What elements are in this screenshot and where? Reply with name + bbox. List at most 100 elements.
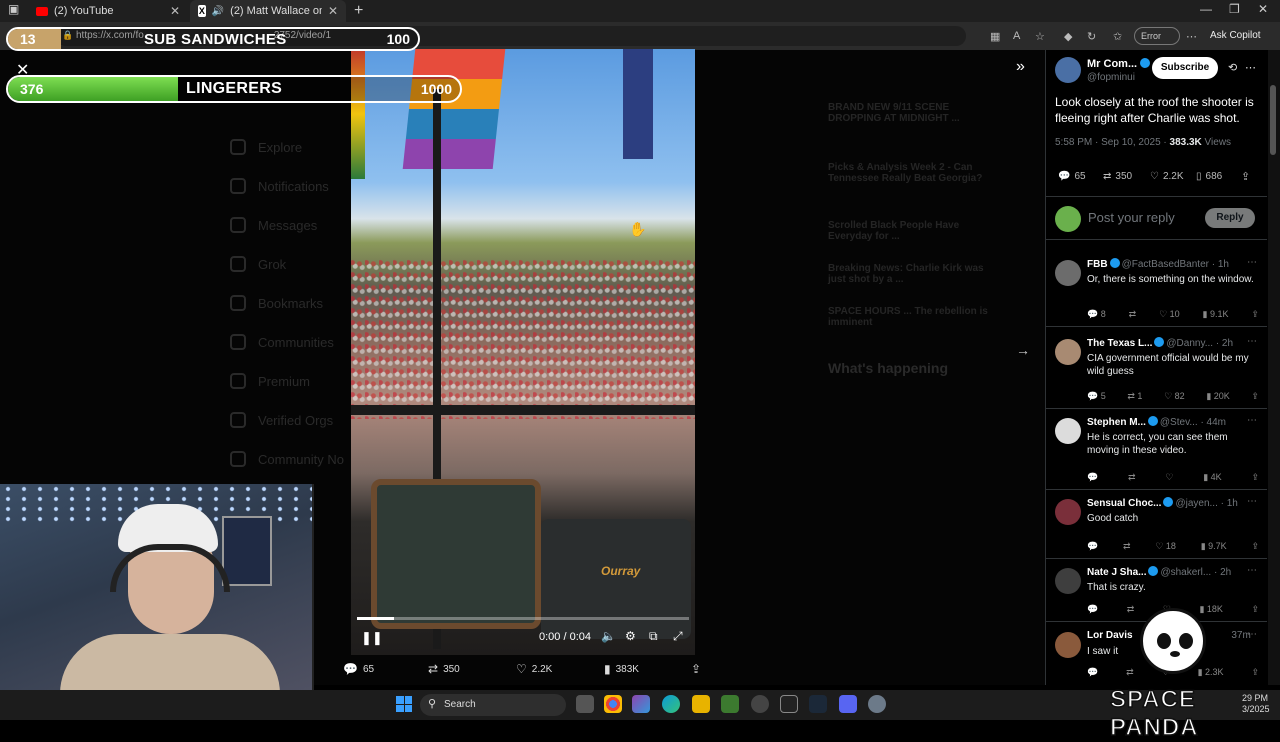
share-icon[interactable]: ⇪ — [1251, 391, 1259, 402]
nav-communities[interactable]: Communities — [230, 334, 334, 350]
reply-stat[interactable]: 💬 — [1087, 541, 1098, 552]
obs-icon[interactable] — [751, 695, 769, 713]
tab-youtube[interactable]: (2) YouTube ✕ — [28, 0, 188, 22]
views-stat[interactable]: ▮ 4K — [1203, 472, 1221, 483]
repost-stat[interactable]: ⇄ 1 — [1127, 391, 1142, 402]
reply-action[interactable]: 💬 65 — [343, 662, 374, 676]
share-icon[interactable]: ⇪ — [1241, 170, 1250, 183]
reply-stat[interactable]: 💬 — [1087, 604, 1098, 615]
avatar[interactable] — [1055, 57, 1081, 83]
author-name[interactable]: Mr Com... — [1087, 58, 1151, 70]
settings-gear-icon[interactable]: ⚙ — [625, 629, 636, 643]
video-player[interactable]: Ourray ✋ ❚❚ 0:00 / 0:04 🔈 ⚙ ⧉ ⤢ — [351, 49, 695, 655]
list-item[interactable]: Sensual Choc... @jayen... · 1h ⋯ Good cat… — [1045, 491, 1267, 559]
nav-verified-orgs[interactable]: Verified Orgs — [230, 412, 333, 428]
avatar[interactable] — [1055, 418, 1081, 444]
share-icon[interactable]: ⇪ — [1251, 309, 1259, 320]
trend-item[interactable]: Breaking News: Charlie Kirk was just sho… — [828, 263, 998, 285]
repost-action[interactable]: ⇄ 350 — [428, 662, 460, 676]
trend-item[interactable]: BRAND NEW 9/11 SCENE DROPPING AT MIDNIGH… — [828, 102, 998, 124]
picture-in-picture-icon[interactable]: ⧉ — [649, 629, 658, 644]
subscribe-button[interactable]: Subscribe — [1152, 57, 1218, 79]
task-view-icon[interactable] — [576, 695, 594, 713]
nav-notifications[interactable]: Notifications — [230, 178, 329, 194]
comment-author[interactable]: FBB @FactBasedBanter · 1h — [1087, 258, 1229, 270]
repost-stat[interactable]: ⇄ — [1126, 667, 1134, 678]
views-action[interactable]: ▮ 383K — [604, 662, 639, 676]
more-icon[interactable]: ⋯ — [1247, 336, 1257, 347]
views-stat[interactable]: ▮ 9.7K — [1201, 541, 1227, 552]
settings-gear-icon[interactable] — [868, 695, 886, 713]
reply-stat[interactable]: 💬 5 — [1087, 391, 1106, 402]
grok-icon[interactable]: ⟲ — [1228, 61, 1237, 74]
close-tab-icon[interactable]: ✕ — [328, 4, 338, 18]
minecraft-icon[interactable] — [721, 695, 739, 713]
post-bookmark-stat[interactable]: ▯ 686 — [1196, 171, 1222, 182]
reply-stat[interactable]: 💬 8 — [1087, 309, 1106, 320]
more-icon[interactable]: ⋯ — [1247, 629, 1257, 640]
avatar[interactable] — [1055, 260, 1081, 286]
views-stat[interactable]: ▮ 2.3K — [1198, 667, 1224, 678]
nav-messages[interactable]: Messages — [230, 217, 317, 233]
copilot-icon[interactable] — [632, 695, 650, 713]
avatar[interactable] — [1055, 339, 1081, 365]
share-action[interactable]: ⇪ — [691, 662, 701, 676]
post-reply-stat[interactable]: 💬 65 — [1058, 171, 1086, 182]
like-action[interactable]: ♡ 2.2K — [516, 662, 552, 676]
comment-author[interactable]: Sensual Choc... @jayen... · 1h — [1087, 497, 1238, 509]
avatar[interactable] — [1055, 632, 1081, 658]
post-like-stat[interactable]: ♡ 2.2K — [1150, 171, 1184, 182]
close-window-button[interactable]: ✕ — [1258, 2, 1268, 16]
post-repost-stat[interactable]: ⇄ 350 — [1103, 171, 1132, 182]
new-tab-button[interactable]: + — [354, 2, 363, 20]
refresh-extension-icon[interactable]: ↻ — [1087, 30, 1096, 43]
system-clock[interactable]: 29 PM 3/2025 — [1242, 693, 1270, 715]
maximize-button[interactable]: ❐ — [1229, 2, 1240, 16]
comment-author[interactable]: Nate J Sha... @shakerl... · 2h — [1087, 566, 1231, 578]
reply-button[interactable]: Reply — [1205, 208, 1255, 228]
minimize-button[interactable]: — — [1200, 2, 1212, 16]
repost-stat[interactable]: ⇄ — [1123, 541, 1131, 552]
reply-input[interactable]: Post your reply — [1088, 210, 1175, 225]
fullscreen-icon[interactable]: ⤢ — [673, 629, 683, 644]
discord-icon[interactable] — [839, 695, 857, 713]
repost-stat[interactable]: ⇄ — [1128, 472, 1136, 483]
nav-community-notes[interactable]: Community No — [230, 451, 344, 467]
tab-actions-icon[interactable]: ▣ — [8, 2, 19, 16]
capcut-icon[interactable] — [780, 695, 798, 713]
nav-explore[interactable]: Explore — [230, 139, 302, 155]
like-stat[interactable]: ♡ 82 — [1164, 391, 1185, 402]
list-item[interactable]: The Texas L... @Danny... · 2h ⋯ CIA gover… — [1045, 331, 1267, 409]
edge-icon[interactable] — [662, 695, 680, 713]
repost-stat[interactable]: ⇄ — [1127, 604, 1135, 615]
close-tab-icon[interactable]: ✕ — [170, 4, 180, 18]
scrollbar-thumb[interactable] — [1270, 85, 1276, 155]
tab-x-post[interactable]: X 🔊 (2) Matt Wallace on X: "FBI P ✕ — [190, 0, 346, 22]
steam-icon[interactable] — [809, 695, 827, 713]
comment-author[interactable]: The Texas L... @Danny... · 2h — [1087, 337, 1233, 349]
share-icon[interactable]: ⇪ — [1251, 472, 1259, 483]
like-stat[interactable]: ♡ — [1165, 472, 1173, 483]
read-aloud-icon[interactable]: A — [1013, 30, 1020, 42]
list-item[interactable]: FBB @FactBasedBanter · 1h ⋯ Or, there is … — [1045, 252, 1267, 327]
more-icon[interactable]: ⋯ — [1245, 61, 1256, 74]
reply-stat[interactable]: 💬 — [1087, 472, 1098, 483]
author-handle[interactable]: @fopminui — [1087, 72, 1135, 83]
split-screen-icon[interactable]: ▦ — [990, 30, 1000, 43]
like-stat[interactable]: ♡ 18 — [1155, 541, 1176, 552]
share-icon[interactable]: ⇪ — [1251, 667, 1259, 678]
share-icon[interactable]: ⇪ — [1251, 604, 1259, 615]
collapse-panel-icon[interactable]: » — [1016, 58, 1025, 76]
windows-start-icon[interactable] — [396, 696, 412, 712]
share-icon[interactable]: ⇪ — [1251, 541, 1259, 552]
ask-copilot-button[interactable]: Ask Copilot — [1210, 30, 1261, 41]
video-progress-bar[interactable] — [357, 617, 689, 620]
chrome-icon[interactable] — [604, 695, 622, 713]
favorites-icon[interactable]: ✩ — [1113, 30, 1122, 43]
nav-bookmarks[interactable]: Bookmarks — [230, 295, 323, 311]
file-explorer-icon[interactable] — [692, 695, 710, 713]
profile-error-pill[interactable]: Error — [1134, 27, 1180, 45]
trend-item[interactable]: SPACE HOURS ... The rebellion is imminen… — [828, 306, 998, 328]
pause-button[interactable]: ❚❚ — [361, 630, 383, 646]
list-item[interactable]: Stephen M... @Stev... · 44m ⋯ He is corre… — [1045, 410, 1267, 490]
